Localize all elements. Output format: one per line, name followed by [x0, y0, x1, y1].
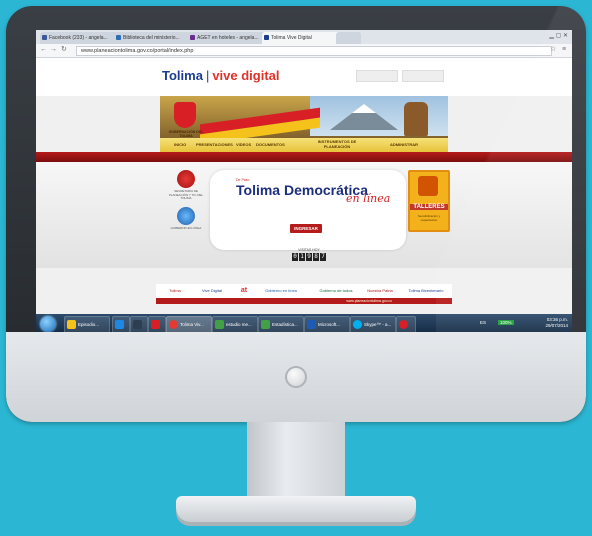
footer-bar: www.planeaciontolima.gov.co — [156, 298, 452, 304]
nav-instrumentos[interactable]: INSTRUMENTOS DE PLANEACIÓN — [310, 139, 364, 149]
tab-label: AGET en hoteles - angela... — [197, 35, 259, 41]
gobierno-caption: GOBIERNO EN LÍNEA — [170, 225, 202, 230]
taskbar-label: estudio me... — [226, 322, 252, 327]
tab-label: Tolima Vive Digital — [271, 35, 312, 41]
monitor-frame: Facebook (233) - angela... ✕ Biblioteca … — [6, 6, 586, 422]
reload-icon[interactable]: ↻ — [61, 46, 67, 54]
clock[interactable]: 03:36 p.m. 29/07/2014 — [545, 317, 568, 329]
folder-icon — [67, 320, 76, 330]
footer-url[interactable]: www.planeaciontolima.gov.co — [346, 298, 392, 304]
taskbar-label: Episodio... — [78, 322, 100, 327]
monitor-base — [176, 496, 416, 522]
page-icon — [264, 35, 269, 40]
browser-tab-bar: Facebook (233) - angela... ✕ Biblioteca … — [36, 30, 572, 44]
logo-title-main: Tolima — [162, 68, 203, 83]
excel-icon — [215, 320, 224, 330]
chrome-icon — [169, 320, 178, 330]
mail-icon — [190, 35, 195, 40]
facebook-icon — [42, 35, 47, 40]
app-icon — [399, 320, 408, 330]
planeacion-icon[interactable] — [177, 170, 195, 188]
counter-label: VISITAS HOY — [298, 248, 320, 252]
footer-logo[interactable]: Nuestra Patria — [360, 286, 400, 296]
counter-digit: 0 — [292, 253, 298, 261]
tab-label: Biblioteca del ministerio... — [123, 35, 180, 41]
word-icon — [307, 320, 316, 330]
left-links: SECRETARÍA DE PLANEACIÓN Y TIC DEL TOLIM… — [166, 170, 206, 230]
gobernacion-logo — [402, 70, 444, 82]
footer-logo[interactable]: Gobierno en línea — [256, 286, 306, 296]
taskbar-label: Skype™ - a... — [364, 322, 392, 327]
counter-digit: 7 — [320, 253, 326, 261]
counter-digit: 8 — [313, 253, 319, 261]
footer-logo[interactable]: at — [234, 286, 254, 296]
site-nav: INICIO PRESENTACIONES VIDEOS DOCUMENTOS … — [160, 138, 448, 152]
taskbar: Episodio... Tolima Viv... estudio me... … — [36, 314, 572, 334]
en-linea-tagline: en línea — [346, 192, 391, 205]
microphone-icon — [418, 176, 438, 196]
system-tray: ES 100% 03:36 p.m. 29/07/2014 — [480, 316, 568, 332]
visit-counter: VISITAS HOY 0 1 9 8 7 — [292, 248, 326, 261]
clock-date: 29/07/2014 — [545, 323, 568, 328]
site-logo[interactable]: Tolima | vive digital — [162, 68, 280, 83]
site-header: Tolima | vive digital — [36, 58, 572, 96]
battery-indicator[interactable]: 100% — [498, 320, 514, 325]
media-player-icon — [133, 320, 142, 330]
language-indicator[interactable]: ES — [480, 320, 486, 325]
taskbar-label: Estadística... — [272, 322, 298, 327]
browser-tab-tolima[interactable]: Tolima Vive Digital ✕ — [262, 32, 343, 44]
taskbar-label: Microsoft... — [318, 322, 341, 327]
footer-logo[interactable]: Tolima — [160, 286, 190, 296]
taskbar-label: Tolima Viv... — [180, 322, 204, 327]
monitor-chin — [6, 332, 586, 422]
menu-icon[interactable]: ≡ — [562, 46, 566, 54]
counter-digit: 1 — [299, 253, 305, 261]
browser-tab-facebook[interactable]: Facebook (233) - angela... ✕ — [40, 32, 121, 44]
footer-logos: Tolima Vive Digital at Gobierno en línea… — [156, 284, 452, 298]
forward-icon[interactable]: → — [50, 46, 57, 54]
url-field[interactable]: www.planeaciontolima.gov.co/portal/index… — [76, 46, 552, 56]
window-controls[interactable]: ▁ ▢ ✕ — [549, 32, 568, 39]
talleres-card[interactable]: TALLERES Sensibilización y capacitación — [408, 170, 450, 232]
talleres-label: TALLERES — [410, 204, 448, 210]
counter-digit: 9 — [306, 253, 312, 261]
skype-icon — [353, 320, 362, 330]
power-button-icon[interactable] — [285, 366, 307, 388]
red-divider — [36, 152, 572, 162]
footer-logo[interactable]: Tolima Bicentenario — [404, 286, 448, 296]
browser-tab-aget[interactable]: AGET en hoteles - angela... ✕ — [188, 32, 269, 44]
nav-inicio[interactable]: INICIO — [174, 142, 186, 147]
footer-logo[interactable]: Vive Digital — [192, 286, 232, 296]
tolima-crest-icon — [174, 102, 196, 128]
gobernacion-label: GOBERNACIÓN DEL TOLIMA — [168, 130, 204, 138]
nav-videos[interactable]: VIDEOS — [236, 142, 251, 147]
nav-documentos[interactable]: DOCUMENTOS — [256, 142, 285, 147]
footer-logo[interactable]: Gobierno de todos — [316, 286, 356, 296]
monitor-stand — [247, 422, 345, 502]
logo-title-sub: vive digital — [212, 68, 280, 83]
planeacion-caption: SECRETARÍA DE PLANEACIÓN Y TIC DEL TOLIM… — [168, 189, 204, 201]
nav-administrar[interactable]: ADMINISTRAR — [390, 142, 418, 147]
screen: Facebook (233) - angela... ✕ Biblioteca … — [36, 30, 572, 334]
talleres-subtitle: Sensibilización y capacitación — [417, 214, 441, 222]
ingresar-button[interactable]: INGRESAR — [290, 224, 322, 233]
address-bar: ← → ↻ www.planeaciontolima.gov.co/portal… — [36, 44, 572, 58]
browser-tab-biblioteca[interactable]: Biblioteca del ministerio... ✕ — [114, 32, 195, 44]
excel-icon — [261, 320, 270, 330]
app-icon — [151, 320, 160, 330]
start-button[interactable] — [40, 316, 56, 332]
star-icon[interactable]: ☆ — [550, 46, 556, 54]
new-tab-button[interactable] — [336, 32, 361, 44]
tab-label: Facebook (233) - angela... — [49, 35, 108, 41]
statue-image — [404, 102, 428, 136]
main-content: SECRETARÍA DE PLANEACIÓN Y TIC DEL TOLIM… — [36, 162, 572, 268]
ie-icon — [115, 320, 124, 330]
web-page: Tolima | vive digital GOBERNACIÓN DEL TOLI… — [36, 58, 572, 314]
back-icon[interactable]: ← — [40, 46, 47, 54]
mintic-logo — [356, 70, 398, 82]
gobierno-en-linea-icon[interactable] — [177, 206, 195, 225]
globe-icon — [116, 35, 121, 40]
nav-presentaciones[interactable]: PRESENTACIONES — [196, 142, 233, 147]
